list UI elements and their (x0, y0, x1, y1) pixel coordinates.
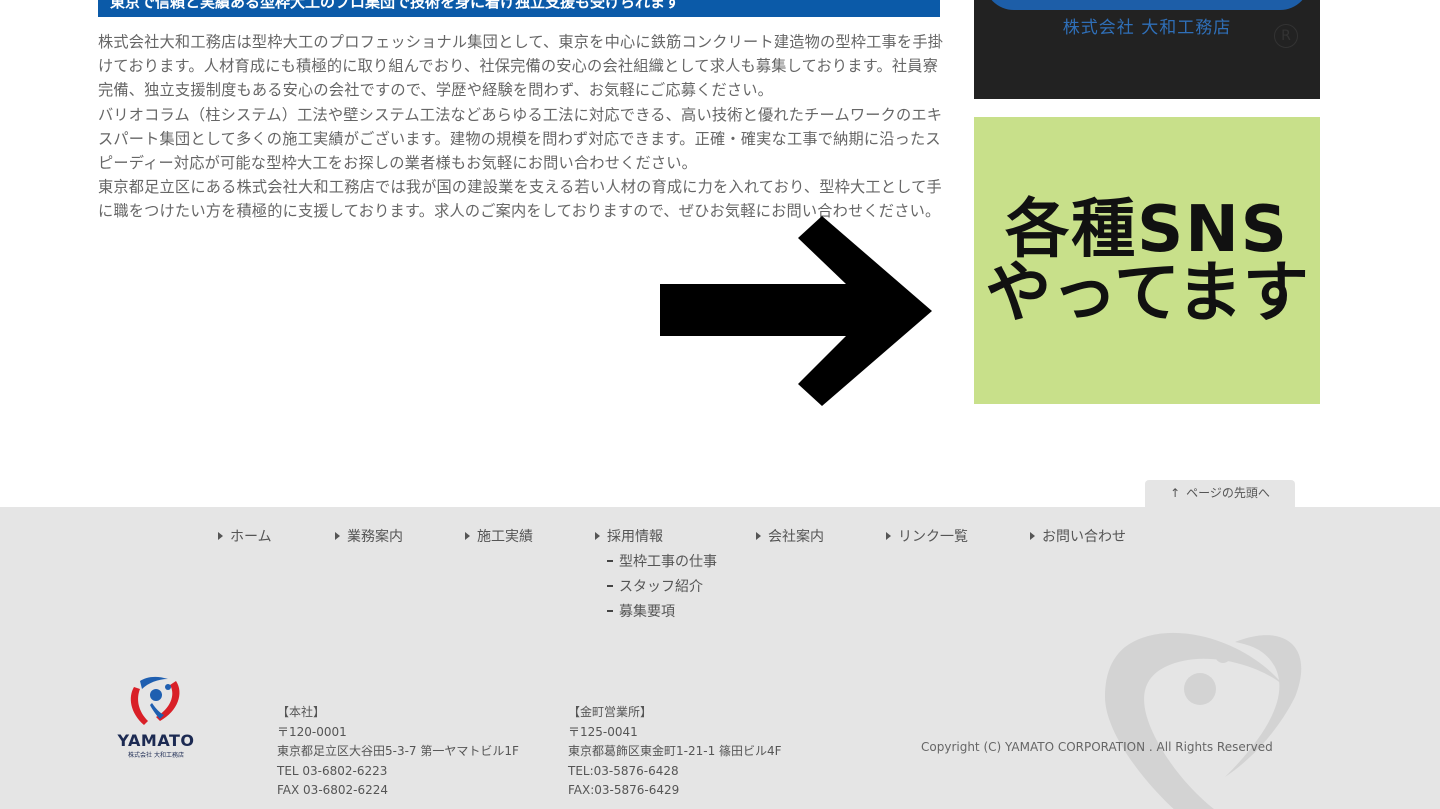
copyright-text: Copyright (C) YAMATO CORPORATION . All R… (921, 740, 1273, 754)
caret-right-icon (595, 532, 600, 540)
footer-subnav-label: スタッフ紹介 (619, 579, 703, 595)
footer-nav-label: リンク一覧 (898, 529, 968, 545)
page-top-button[interactable]: ↑ ページの先頭へ (1145, 480, 1295, 508)
intro-paragraph-1: 株式会社大和工務店は型枠大工のプロフェッショナル集団として、東京を中心に鉄筋コン… (98, 33, 944, 100)
footer-nav-label: お問い合わせ (1042, 529, 1126, 545)
footer-nav-contact[interactable]: お問い合わせ (1030, 526, 1126, 546)
registered-mark-icon: R (1274, 24, 1298, 48)
banner-blue-shape (984, 0, 1310, 10)
footer-nav-links[interactable]: リンク一覧 (886, 526, 968, 546)
caret-right-icon (218, 532, 223, 540)
sns-banner[interactable]: 各種SNS やってます (974, 117, 1320, 404)
banner-company-name: 株式会社 大和工務店 (1062, 18, 1232, 38)
dash-icon (607, 560, 613, 562)
head-office-address: 【本社】 〒120-0001 東京都足立区大谷田5-3-7 第一ヤマトビル1F … (277, 703, 519, 801)
footer-subnav-label: 型枠工事の仕事 (619, 554, 717, 570)
head-office-label: 【本社】 (277, 705, 326, 719)
sns-banner-line2: やってます (985, 254, 1309, 331)
footer-nav-label: ホーム (230, 529, 272, 545)
footer-subnav-requirements[interactable]: 募集要項 (607, 601, 675, 621)
head-office-zip: 〒120-0001 (277, 724, 347, 739)
caret-right-icon (465, 532, 470, 540)
yamato-mark-icon (130, 676, 180, 725)
branch-office-fax: FAX:03-5876-6429 (568, 783, 680, 797)
branch-office-street: 東京都葛飾区東金町1-21-1 篠田ビル4F (568, 744, 782, 758)
caret-right-icon (886, 532, 891, 540)
footer-nav-label: 業務案内 (347, 529, 403, 545)
head-office-fax: FAX 03-6802-6224 (277, 783, 389, 797)
section-heading: 東京で信頼と実績ある型枠大工のプロ集団で技術を身に着け独立支援も受けられます (110, 0, 681, 11)
footer-nav-label: 施工実績 (477, 529, 533, 545)
footer-nav-label: 採用情報 (607, 529, 663, 545)
head-office-tel: TEL 03-6802-6223 (277, 763, 388, 778)
up-arrow-icon: ↑ (1170, 486, 1181, 500)
caret-right-icon (335, 532, 340, 540)
caret-right-icon (1030, 532, 1035, 540)
intro-paragraph-2: バリオコラム（柱システム）工法や壁システム工法などあらゆる工法に対応できる、高い… (98, 105, 943, 173)
footer-nav-company[interactable]: 会社案内 (756, 526, 824, 546)
yamato-logo[interactable]: YAMATO 株式会社 大和工務店 (106, 675, 206, 759)
dash-icon (607, 585, 613, 587)
branch-office-tel: TEL:03-5876-6428 (568, 763, 679, 778)
branch-office-zip: 〒125-0041 (568, 724, 638, 739)
footer-nav-works[interactable]: 施工実績 (465, 526, 533, 546)
section-heading-bar: 東京で信頼と実績ある型枠大工のプロ集団で技術を身に着け独立支援も受けられます (98, 0, 940, 17)
branch-office-label: 【金町営業所】 (568, 705, 653, 719)
intro-text: 株式会社大和工務店は型枠大工のプロフェッショナル集団として、東京を中心に鉄筋コン… (98, 30, 948, 224)
footer-nav-label: 会社案内 (768, 529, 824, 545)
footer-subnav-label: 募集要項 (619, 604, 675, 620)
footer-nav-home[interactable]: ホーム (218, 526, 272, 546)
branch-office-address: 【金町営業所】 〒125-0041 東京都葛飾区東金町1-21-1 篠田ビル4F… (568, 703, 782, 801)
company-logo-banner[interactable]: 株式会社 大和工務店 R (974, 0, 1320, 99)
brand-wordmark: YAMATO (117, 731, 195, 750)
head-office-street: 東京都足立区大谷田5-3-7 第一ヤマトビル1F (277, 744, 519, 758)
caret-right-icon (756, 532, 761, 540)
watermark-logo (1105, 632, 1302, 809)
footer-nav-services[interactable]: 業務案内 (335, 526, 403, 546)
footer-subnav-formwork-job[interactable]: 型枠工事の仕事 (607, 551, 717, 571)
brand-subtext: 株式会社 大和工務店 (128, 752, 184, 759)
page-top-label: ページの先頭へ (1186, 486, 1270, 500)
footer-nav-recruit[interactable]: 採用情報 (595, 526, 663, 546)
footer-subnav-staff[interactable]: スタッフ紹介 (607, 576, 703, 596)
right-arrow-icon (660, 216, 932, 406)
footer: ホーム 業務案内 施工実績 採用情報 会社案内 リンク一覧 お問い合わせ 型枠工… (0, 507, 1440, 809)
dash-icon (607, 610, 613, 612)
